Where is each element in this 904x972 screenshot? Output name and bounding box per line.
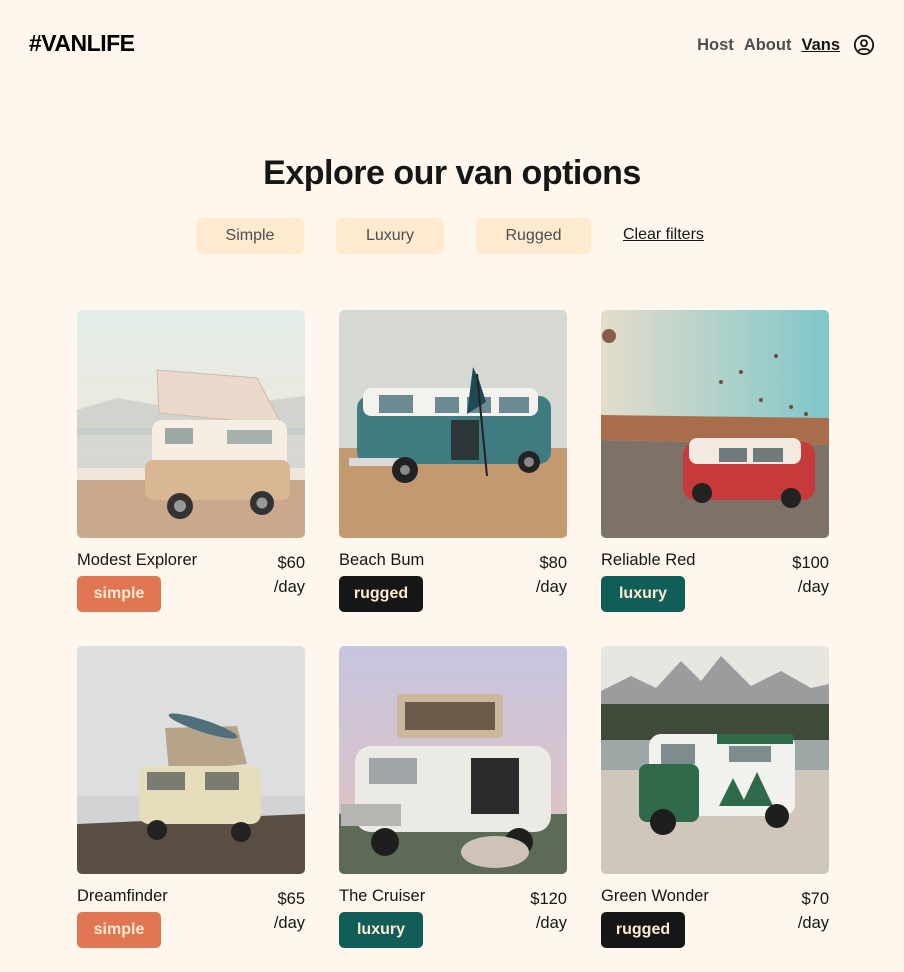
nav-vans-link[interactable]: Vans bbox=[801, 36, 840, 55]
van-card-dreamfinder[interactable]: Dreamfinder $65 /day simple bbox=[77, 646, 305, 950]
van-photo bbox=[601, 310, 829, 538]
van-name: The Cruiser bbox=[339, 887, 426, 905]
van-card-reliable-red[interactable]: Reliable Red $100 /day luxury bbox=[601, 310, 829, 614]
van-price-amount: $100 bbox=[792, 554, 829, 572]
van-price: $120 /day bbox=[530, 887, 567, 935]
van-price: $65 /day bbox=[274, 887, 305, 935]
van-price-amount: $120 bbox=[530, 890, 567, 908]
van-photo bbox=[601, 646, 829, 874]
van-price-amount: $80 bbox=[539, 554, 567, 572]
page-title: Explore our van options bbox=[263, 154, 641, 192]
van-card-beach-bum[interactable]: Beach Bum $80 /day rugged bbox=[339, 310, 567, 614]
van-price-unit: /day bbox=[273, 914, 305, 932]
van-price-amount: $60 bbox=[277, 554, 305, 572]
van-photo bbox=[339, 646, 567, 874]
van-photo bbox=[77, 310, 305, 538]
van-price-unit: /day bbox=[273, 578, 305, 596]
clear-filters-button[interactable]: Clear filters bbox=[623, 226, 704, 244]
site-header: #VANLIFE Host About Vans bbox=[0, 0, 904, 92]
van-price: $60 /day bbox=[274, 551, 305, 599]
filter-rugged-button[interactable]: Rugged bbox=[476, 218, 591, 254]
van-card-modest-explorer[interactable]: Modest Explorer $60 /day simple bbox=[77, 310, 305, 614]
van-name: Green Wonder bbox=[601, 887, 709, 905]
filter-simple-button[interactable]: Simple bbox=[196, 218, 304, 254]
van-price: $70 /day bbox=[798, 887, 829, 935]
van-card-the-cruiser[interactable]: The Cruiser $120 /day luxury bbox=[339, 646, 567, 950]
van-type-badge: simple bbox=[77, 576, 161, 612]
van-type-badge: rugged bbox=[601, 912, 685, 948]
user-circle-icon[interactable] bbox=[853, 34, 875, 56]
van-name: Reliable Red bbox=[601, 551, 696, 569]
van-price-unit: /day bbox=[797, 578, 829, 596]
van-card-green-wonder[interactable]: Green Wonder $70 /day rugged bbox=[601, 646, 829, 950]
van-price-amount: $65 bbox=[277, 890, 305, 908]
van-photo bbox=[77, 646, 305, 874]
van-price: $100 /day bbox=[792, 551, 829, 599]
van-price-unit: /day bbox=[535, 578, 567, 596]
van-price-unit: /day bbox=[797, 914, 829, 932]
filter-luxury-button[interactable]: Luxury bbox=[336, 218, 444, 254]
filter-bar: Simple Luxury Rugged Clear filters bbox=[0, 218, 904, 254]
van-photo bbox=[339, 310, 567, 538]
van-price: $80 /day bbox=[536, 551, 567, 599]
van-price-unit: /day bbox=[535, 914, 567, 932]
van-type-badge: simple bbox=[77, 912, 161, 948]
van-price-amount: $70 bbox=[801, 890, 829, 908]
main-nav: Host About Vans bbox=[687, 34, 875, 56]
nav-host-link[interactable]: Host bbox=[697, 36, 734, 55]
nav-about-link[interactable]: About bbox=[744, 36, 792, 55]
van-name: Beach Bum bbox=[339, 551, 425, 569]
site-logo[interactable]: #VANLIFE bbox=[29, 30, 135, 57]
van-type-badge: luxury bbox=[339, 912, 423, 948]
van-name: Modest Explorer bbox=[77, 551, 198, 569]
van-type-badge: rugged bbox=[339, 576, 423, 612]
van-type-badge: luxury bbox=[601, 576, 685, 612]
van-name: Dreamfinder bbox=[77, 887, 168, 905]
